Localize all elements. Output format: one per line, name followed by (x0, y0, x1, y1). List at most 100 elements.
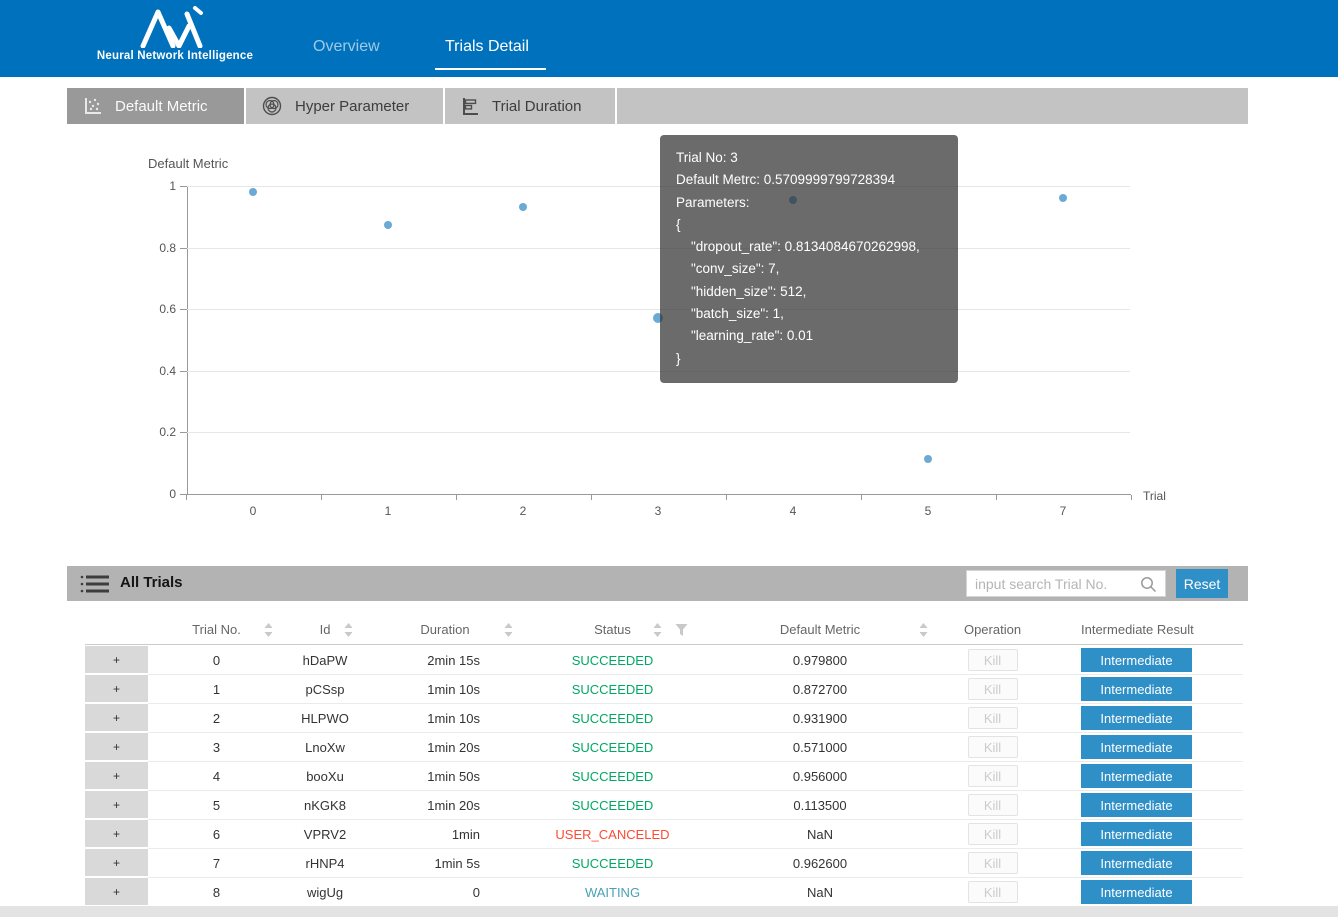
intermediate-button[interactable]: Intermediate (1081, 735, 1192, 759)
expand-row-button[interactable]: + (85, 646, 148, 675)
intermediate-cell: Intermediate (1045, 849, 1243, 878)
sort-icon[interactable] (504, 623, 513, 640)
intermediate-cell: Intermediate (1045, 675, 1243, 704)
sort-icon[interactable] (344, 623, 353, 640)
scatter-chart-icon (83, 97, 102, 116)
default-metric-cell: 0.872700 (700, 675, 940, 704)
expand-row-button[interactable]: + (85, 762, 148, 791)
trial-id-cell: HLPWO (285, 704, 365, 733)
kill-button[interactable]: Kill (968, 649, 1018, 671)
filter-icon[interactable] (675, 624, 688, 639)
expand-row-button[interactable]: + (85, 820, 148, 849)
y-axis-line (187, 186, 188, 494)
kill-button[interactable]: Kill (968, 765, 1018, 787)
column-header-expand (85, 615, 148, 644)
sort-icon[interactable] (919, 623, 928, 640)
nav-tab-overview[interactable]: Overview (313, 38, 380, 56)
intermediate-button[interactable]: Intermediate (1081, 764, 1192, 788)
tooltip-line-4: "dropout_rate": 0.8134084670262998, (676, 236, 942, 258)
column-header-id[interactable]: Id (285, 615, 365, 644)
column-header-label-duration: Duration (420, 622, 469, 637)
expand-row-button[interactable]: + (85, 704, 148, 733)
trial-id-cell: wigUg (285, 878, 365, 907)
intermediate-button[interactable]: Intermediate (1081, 880, 1192, 904)
trial-no-cell: 5 (148, 791, 285, 820)
reset-button[interactable]: Reset (1176, 569, 1228, 598)
tab-default-metric[interactable]: Default Metric (67, 88, 246, 124)
tab-hyper-parameter[interactable]: Hyper Parameter (246, 88, 445, 124)
kill-button[interactable]: Kill (968, 823, 1018, 845)
expand-row-button[interactable]: + (85, 791, 148, 820)
x-axis-tick (726, 495, 727, 500)
trial-no-cell: 0 (148, 646, 285, 675)
tooltip-line-7: "batch_size": 1, (676, 303, 942, 325)
scatter-point-trial-0[interactable] (249, 188, 257, 196)
trial-id-cell: LnoXw (285, 733, 365, 762)
kill-button[interactable]: Kill (968, 678, 1018, 700)
y-axis-tick-label: 0.2 (136, 425, 176, 439)
expand-row-button[interactable]: + (85, 878, 148, 907)
intermediate-cell: Intermediate (1045, 646, 1243, 675)
scatter-point-trial-2[interactable] (519, 203, 527, 211)
kill-button[interactable]: Kill (968, 852, 1018, 874)
nni-logo[interactable]: Neural Network Intelligence (90, 6, 260, 62)
top-header-bar: Neural Network Intelligence Overview Tri… (0, 0, 1338, 77)
operation-cell: Kill (940, 762, 1045, 791)
intermediate-button[interactable]: Intermediate (1081, 822, 1192, 846)
scatter-point-trial-7[interactable] (1059, 194, 1067, 202)
kill-button[interactable]: Kill (968, 736, 1018, 758)
search-input[interactable] (967, 571, 1135, 596)
expand-row-button[interactable]: + (85, 675, 148, 704)
x-axis-tick-label: 3 (638, 504, 678, 518)
column-header-operation: Operation (940, 615, 1045, 644)
page-footer-strip (0, 906, 1338, 917)
status-cell: SUCCEEDED (525, 762, 700, 791)
tab-trial-duration[interactable]: Trial Duration (445, 88, 617, 124)
x-axis-tick-label: 7 (1043, 504, 1083, 518)
column-header-label-intermediate: Intermediate Result (1081, 622, 1194, 637)
duration-cell: 1min 5s (365, 849, 525, 878)
intermediate-button[interactable]: Intermediate (1081, 677, 1192, 701)
intermediate-button[interactable]: Intermediate (1081, 706, 1192, 730)
column-header-metric[interactable]: Default Metric (700, 615, 940, 644)
scatter-point-trial-5[interactable] (924, 455, 932, 463)
intermediate-cell: Intermediate (1045, 878, 1243, 907)
intermediate-button[interactable]: Intermediate (1081, 793, 1192, 817)
kill-button[interactable]: Kill (968, 707, 1018, 729)
intermediate-button[interactable]: Intermediate (1081, 648, 1192, 672)
y-gridline (187, 248, 1130, 249)
x-axis-tick-label: 1 (368, 504, 408, 518)
scatter-point-trial-1[interactable] (384, 221, 392, 229)
kill-button[interactable]: Kill (968, 881, 1018, 903)
duration-cell: 1min 50s (365, 762, 525, 791)
table-row-trial-0: +0hDaPW2min 15sSUCCEEDED0.979800KillInte… (85, 646, 1243, 675)
x-axis-tick (591, 495, 592, 500)
y-gridline (187, 186, 1130, 187)
column-header-duration[interactable]: Duration (365, 615, 525, 644)
trial-id-cell: VPRV2 (285, 820, 365, 849)
duration-cell: 0 (365, 878, 525, 907)
column-header-no[interactable]: Trial No. (148, 615, 285, 644)
expand-row-button[interactable]: + (85, 733, 148, 762)
trial-id-cell: rHNP4 (285, 849, 365, 878)
nni-logo-icon (139, 6, 211, 48)
duration-cell: 1min (365, 820, 525, 849)
y-axis-tick (180, 186, 187, 187)
default-metric-cell: 0.979800 (700, 646, 940, 675)
x-axis-tick (996, 495, 997, 500)
y-axis-tick (180, 248, 187, 249)
sort-icon[interactable] (264, 623, 273, 640)
all-trials-header-bar: All Trials Reset (67, 566, 1248, 601)
column-header-status[interactable]: Status (525, 615, 700, 644)
table-row-trial-4: +4booXu1min 50sSUCCEEDED0.956000KillInte… (85, 762, 1243, 791)
search-icon[interactable] (1140, 576, 1157, 593)
sort-icon[interactable] (653, 623, 662, 640)
column-header-label-operation: Operation (964, 622, 1021, 637)
expand-row-button[interactable]: + (85, 849, 148, 878)
operation-cell: Kill (940, 820, 1045, 849)
kill-button[interactable]: Kill (968, 794, 1018, 816)
nav-tab-trials-detail[interactable]: Trials Detail (445, 38, 529, 56)
default-metric-cell: 0.571000 (700, 733, 940, 762)
y-gridline (187, 432, 1130, 433)
intermediate-button[interactable]: Intermediate (1081, 851, 1192, 875)
